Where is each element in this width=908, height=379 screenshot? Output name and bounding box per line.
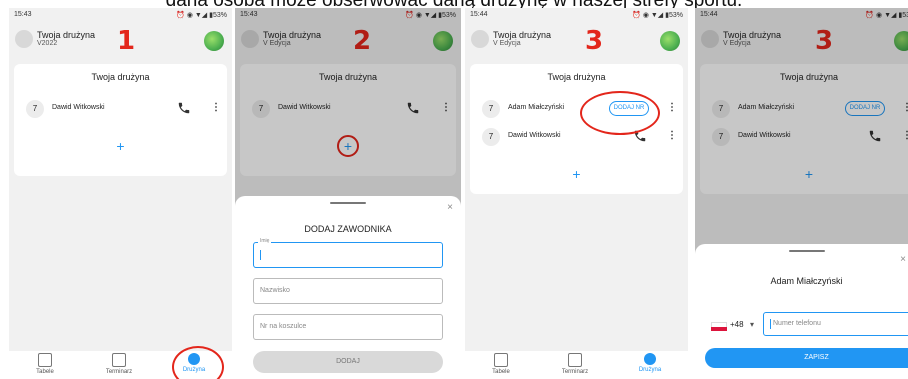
- player-number: 7: [482, 100, 500, 118]
- tab-druzyna[interactable]: Drużyna: [620, 353, 680, 373]
- save-button[interactable]: ZAPISZ: [705, 348, 908, 368]
- field-placeholder: Nr na koszulce: [260, 323, 307, 330]
- more-options-icon[interactable]: ⋮: [667, 130, 677, 142]
- player-name-title: Adam Miałczyński: [770, 276, 843, 286]
- team-header[interactable]: Twoja drużyna V2022 1: [9, 24, 232, 58]
- tab-label: Terminarz: [561, 369, 589, 375]
- poland-flag-icon: [711, 322, 727, 331]
- phone-screen-2: 15:43 ⏰ ◉ ▼◢ ▮53% Twoja drużyna V Edycja…: [235, 8, 461, 379]
- card-title: Twoja drużyna: [547, 72, 606, 82]
- close-icon[interactable]: ×: [900, 254, 906, 265]
- chevron-down-icon[interactable]: ▾: [750, 320, 754, 329]
- team-avatar: [471, 30, 489, 48]
- league-logo-icon: [204, 31, 224, 51]
- player-name: Adam Miałczyński: [508, 104, 565, 111]
- text-cursor: [770, 319, 771, 329]
- add-player-button[interactable]: +: [470, 166, 683, 182]
- table-icon: [38, 353, 52, 367]
- step-number-label: 1: [117, 26, 136, 56]
- phone-number-input[interactable]: Numer telefonu: [763, 312, 908, 336]
- status-icons: ⏰ ◉ ▼◢ ▮53%: [632, 12, 683, 19]
- status-icons: ⏰ ◉ ▼◢ ▮53%: [176, 12, 227, 19]
- calendar-icon: [568, 353, 582, 367]
- status-bar: 15:43 ⏰ ◉ ▼◢ ▮53%: [9, 8, 232, 24]
- player-row[interactable]: 7 Dawid Witkowski ⋮: [14, 98, 227, 120]
- sheet-title: DODAJ ZAWODNIKA: [304, 224, 392, 234]
- team-card: Twoja drużyna 7 Dawid Witkowski ⋮ +: [14, 64, 227, 176]
- close-icon[interactable]: ×: [447, 202, 453, 213]
- field-label: Imię: [258, 238, 272, 244]
- annotation-circle: [580, 91, 660, 135]
- field-placeholder: Numer telefonu: [773, 320, 821, 327]
- field-placeholder: Nazwisko: [260, 287, 290, 294]
- table-icon: [494, 353, 508, 367]
- step-number-label: 3: [585, 26, 604, 56]
- league-logo-icon: [660, 31, 680, 51]
- player-number: 7: [482, 128, 500, 146]
- player-row[interactable]: 7 Dawid Witkowski ⋮: [470, 126, 683, 148]
- text-cursor: [260, 250, 261, 260]
- player-name: Dawid Witkowski: [508, 132, 561, 139]
- phone-screen-4: 15:44 ⏰ ◉ ▼◢ ▮53 Twoja drużyna V Edycja …: [695, 8, 908, 379]
- status-bar: 15:44 ⏰ ◉ ▼◢ ▮53%: [465, 8, 688, 24]
- country-code[interactable]: +48: [730, 320, 744, 329]
- bottom-tab-bar: Tabele Terminarz Drużyna: [465, 351, 688, 379]
- tab-label: Tabele: [36, 369, 54, 375]
- team-icon: [644, 353, 656, 365]
- team-name: Twoja drużyna: [493, 30, 552, 40]
- sheet-handle[interactable]: [788, 250, 825, 252]
- team-card: Twoja drużyna 7 Adam Miałczyński DODAJ N…: [470, 64, 683, 194]
- add-player-sheet: × DODAJ ZAWODNIKA Imię Nazwisko Nr na ko…: [235, 196, 461, 379]
- team-name: Twoja drużyna: [37, 30, 96, 40]
- team-avatar: [15, 30, 33, 48]
- tab-label: Tabele: [492, 369, 510, 375]
- status-time: 15:44: [470, 11, 488, 18]
- sheet-handle[interactable]: [330, 202, 366, 204]
- tab-tabele[interactable]: Tabele: [15, 353, 75, 375]
- calendar-icon: [112, 353, 126, 367]
- tab-tabele[interactable]: Tabele: [471, 353, 531, 375]
- phone-number-sheet: × Adam Miałczyński +48 ▾ Numer telefonu …: [695, 244, 908, 379]
- status-time: 15:43: [14, 11, 32, 18]
- first-name-field[interactable]: Imię: [253, 238, 443, 268]
- team-edition: V Edycja: [493, 40, 521, 47]
- team-edition: V2022: [37, 40, 58, 47]
- player-number: 7: [26, 100, 44, 118]
- tab-terminarz[interactable]: Terminarz: [89, 353, 149, 375]
- card-title: Twoja drużyna: [91, 72, 150, 82]
- shirt-number-field[interactable]: Nr na koszulce: [253, 314, 443, 340]
- team-header[interactable]: Twoja drużyna V Edycja 3: [465, 24, 688, 58]
- tab-label: Terminarz: [105, 369, 133, 375]
- player-name: Dawid Witkowski: [52, 104, 105, 111]
- tab-label: Drużyna: [638, 367, 662, 373]
- more-options-icon[interactable]: ⋮: [211, 102, 221, 114]
- add-submit-button[interactable]: DODAJ: [253, 351, 443, 373]
- tab-terminarz[interactable]: Terminarz: [545, 353, 605, 375]
- last-name-field[interactable]: Nazwisko: [253, 278, 443, 304]
- more-options-icon[interactable]: ⋮: [667, 102, 677, 114]
- phone-screen-3: 15:44 ⏰ ◉ ▼◢ ▮53% Twoja drużyna V Edycja…: [465, 8, 688, 379]
- phone-screen-1: 15:43 ⏰ ◉ ▼◢ ▮53% Twoja drużyna V2022 1 …: [9, 8, 232, 379]
- add-player-button[interactable]: +: [14, 138, 227, 154]
- phone-icon[interactable]: [177, 101, 191, 115]
